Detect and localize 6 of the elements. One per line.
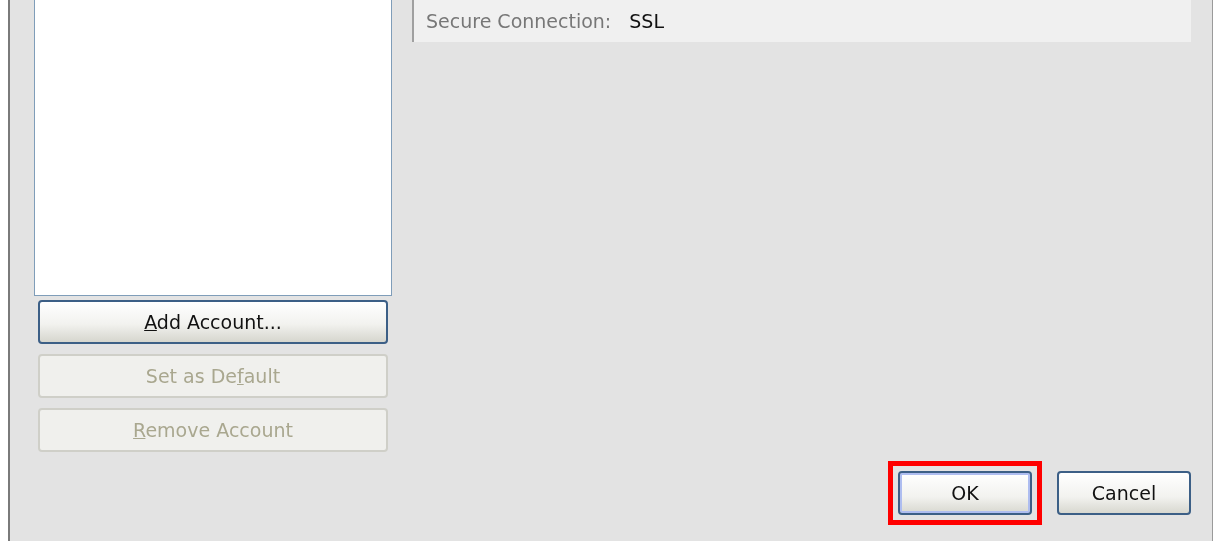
cancel-button[interactable]: Cancel: [1057, 471, 1191, 515]
account-action-button[interactable]: Add Account...: [38, 300, 388, 344]
field-value: SSL: [629, 10, 664, 32]
account-list[interactable]: [34, 0, 392, 296]
field-label: Secure Connection:: [426, 10, 612, 32]
ok-button[interactable]: OK: [898, 471, 1032, 515]
